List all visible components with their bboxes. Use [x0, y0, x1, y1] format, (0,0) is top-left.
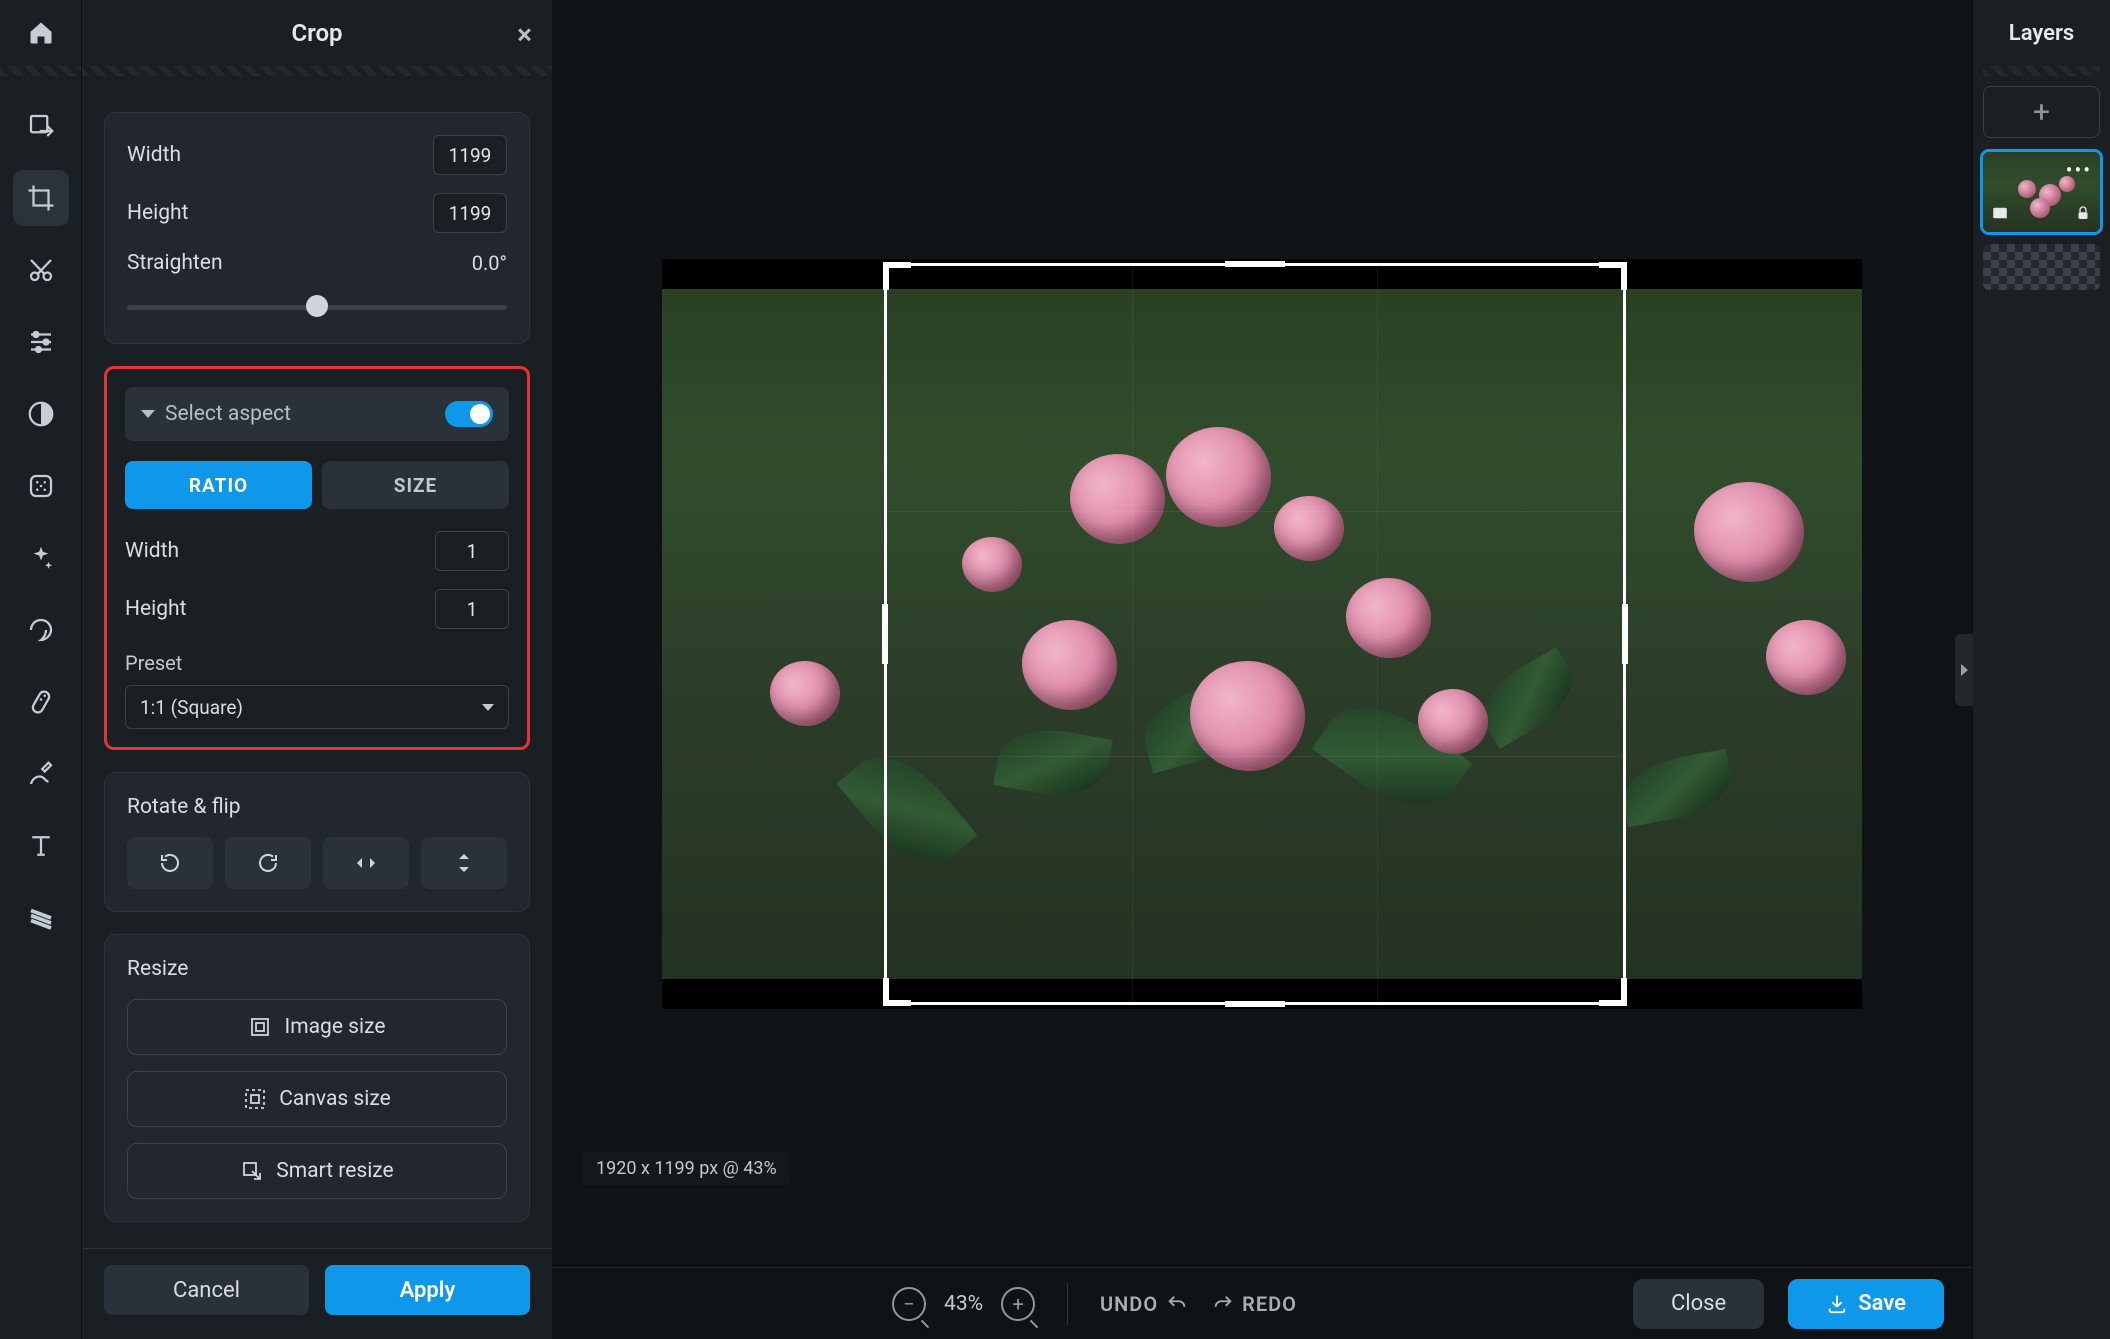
aspect-toggle[interactable] — [445, 401, 493, 427]
aspect-heading: Select aspect — [165, 402, 291, 426]
resize-title: Resize — [127, 957, 507, 981]
layers-panel: Layers + ••• — [1972, 0, 2110, 1339]
tool-arrange[interactable] — [13, 98, 69, 154]
preset-label: Preset — [125, 651, 509, 675]
apply-button[interactable]: Apply — [325, 1265, 530, 1315]
tool-adjust[interactable] — [13, 314, 69, 370]
crop-height-input[interactable] — [433, 193, 507, 233]
straighten-slider[interactable] — [127, 293, 507, 321]
flip-horizontal-button[interactable] — [323, 837, 409, 889]
tool-liquify[interactable] — [13, 602, 69, 658]
rotate-flip-card: Rotate & flip — [104, 772, 530, 912]
save-button[interactable]: Save — [1788, 1279, 1944, 1329]
crop-panel: Crop × Width Height Straighten 0.0° — [82, 0, 552, 1339]
image-layer — [662, 259, 1862, 1009]
canvas-viewport[interactable]: 1920 x 1199 px @ 43% — [552, 0, 1972, 1267]
tool-draw[interactable] — [13, 746, 69, 802]
zoom-controls: − 43% + — [892, 1287, 1035, 1321]
layer-menu-icon[interactable]: ••• — [2066, 158, 2092, 182]
close-panel-button[interactable]: × — [517, 18, 532, 51]
straighten-label: Straighten — [127, 251, 223, 275]
tool-element[interactable] — [13, 890, 69, 946]
crop-width-label: Width — [127, 143, 181, 167]
rotate-cw-button[interactable] — [225, 837, 311, 889]
aspect-section: Select aspect RATIO SIZE Width Height Pr… — [104, 366, 530, 750]
panel-texture — [82, 66, 552, 76]
tool-crop[interactable] — [13, 170, 69, 226]
tool-rail — [0, 0, 82, 1339]
crop-box[interactable] — [884, 263, 1626, 1005]
ratio-height-input[interactable] — [435, 589, 509, 629]
tool-text[interactable] — [13, 818, 69, 874]
tool-cutout[interactable] — [13, 242, 69, 298]
history-controls: UNDO REDO — [1100, 1292, 1297, 1316]
dimensions-card: Width Height Straighten 0.0° — [104, 112, 530, 344]
close-button[interactable]: Close — [1633, 1279, 1764, 1329]
stage-footer: − 43% + UNDO REDO Close Save — [552, 1267, 1972, 1339]
aspect-toggle-row[interactable]: Select aspect — [125, 387, 509, 441]
canvas-stage: 1920 x 1199 px @ 43% − 43% + UNDO REDO — [552, 0, 1972, 1339]
image-size-button[interactable]: Image size — [127, 999, 507, 1055]
panel-title: Crop — [291, 19, 342, 47]
resize-card: Resize Image size Canvas size Smart resi… — [104, 934, 530, 1222]
redo-button[interactable]: REDO — [1212, 1292, 1297, 1316]
ratio-width-label: Width — [125, 539, 179, 563]
add-layer-button[interactable]: + — [1983, 86, 2100, 138]
preset-selected: 1:1 (Square) — [140, 696, 243, 719]
panel-footer: Cancel Apply — [82, 1248, 552, 1339]
chevron-down-icon — [141, 410, 155, 418]
layers-title: Layers — [1983, 0, 2100, 66]
ratio-height-label: Height — [125, 597, 186, 621]
tool-retouch[interactable] — [13, 674, 69, 730]
tool-ai[interactable] — [13, 530, 69, 586]
caret-down-icon — [482, 704, 494, 711]
smart-resize-button[interactable]: Smart resize — [127, 1143, 507, 1199]
lock-icon — [2074, 204, 2092, 226]
ratio-width-input[interactable] — [435, 531, 509, 571]
canvas-size-button[interactable]: Canvas size — [127, 1071, 507, 1127]
dimensions-badge: 1920 x 1199 px @ 43% — [582, 1152, 791, 1185]
home-button[interactable] — [13, 5, 69, 61]
rotate-ccw-button[interactable] — [127, 837, 213, 889]
tool-filter[interactable] — [13, 458, 69, 514]
cancel-button[interactable]: Cancel — [104, 1265, 309, 1315]
preset-select[interactable]: 1:1 (Square) — [125, 685, 509, 729]
zoom-out-button[interactable]: − — [892, 1287, 926, 1321]
image-icon — [1991, 204, 2009, 226]
zoom-value: 43% — [944, 1292, 983, 1316]
layer-thumb-1[interactable]: ••• — [1983, 152, 2100, 232]
panel-header: Crop × — [82, 0, 552, 66]
straighten-value: 0.0° — [433, 251, 507, 275]
crop-width-input[interactable] — [433, 135, 507, 175]
layer-thumb-2[interactable] — [1983, 244, 2100, 290]
tool-finetune[interactable] — [13, 386, 69, 442]
zoom-in-button[interactable]: + — [1001, 1287, 1035, 1321]
collapse-layers-button[interactable] — [1955, 634, 1973, 706]
rail-texture — [0, 66, 81, 76]
ratio-size-segment: RATIO SIZE — [125, 461, 509, 509]
segment-ratio[interactable]: RATIO — [125, 461, 312, 509]
segment-size[interactable]: SIZE — [322, 461, 509, 509]
crop-height-label: Height — [127, 201, 188, 225]
rotate-flip-title: Rotate & flip — [127, 795, 507, 819]
flip-vertical-button[interactable] — [421, 837, 507, 889]
undo-button[interactable]: UNDO — [1100, 1292, 1188, 1316]
